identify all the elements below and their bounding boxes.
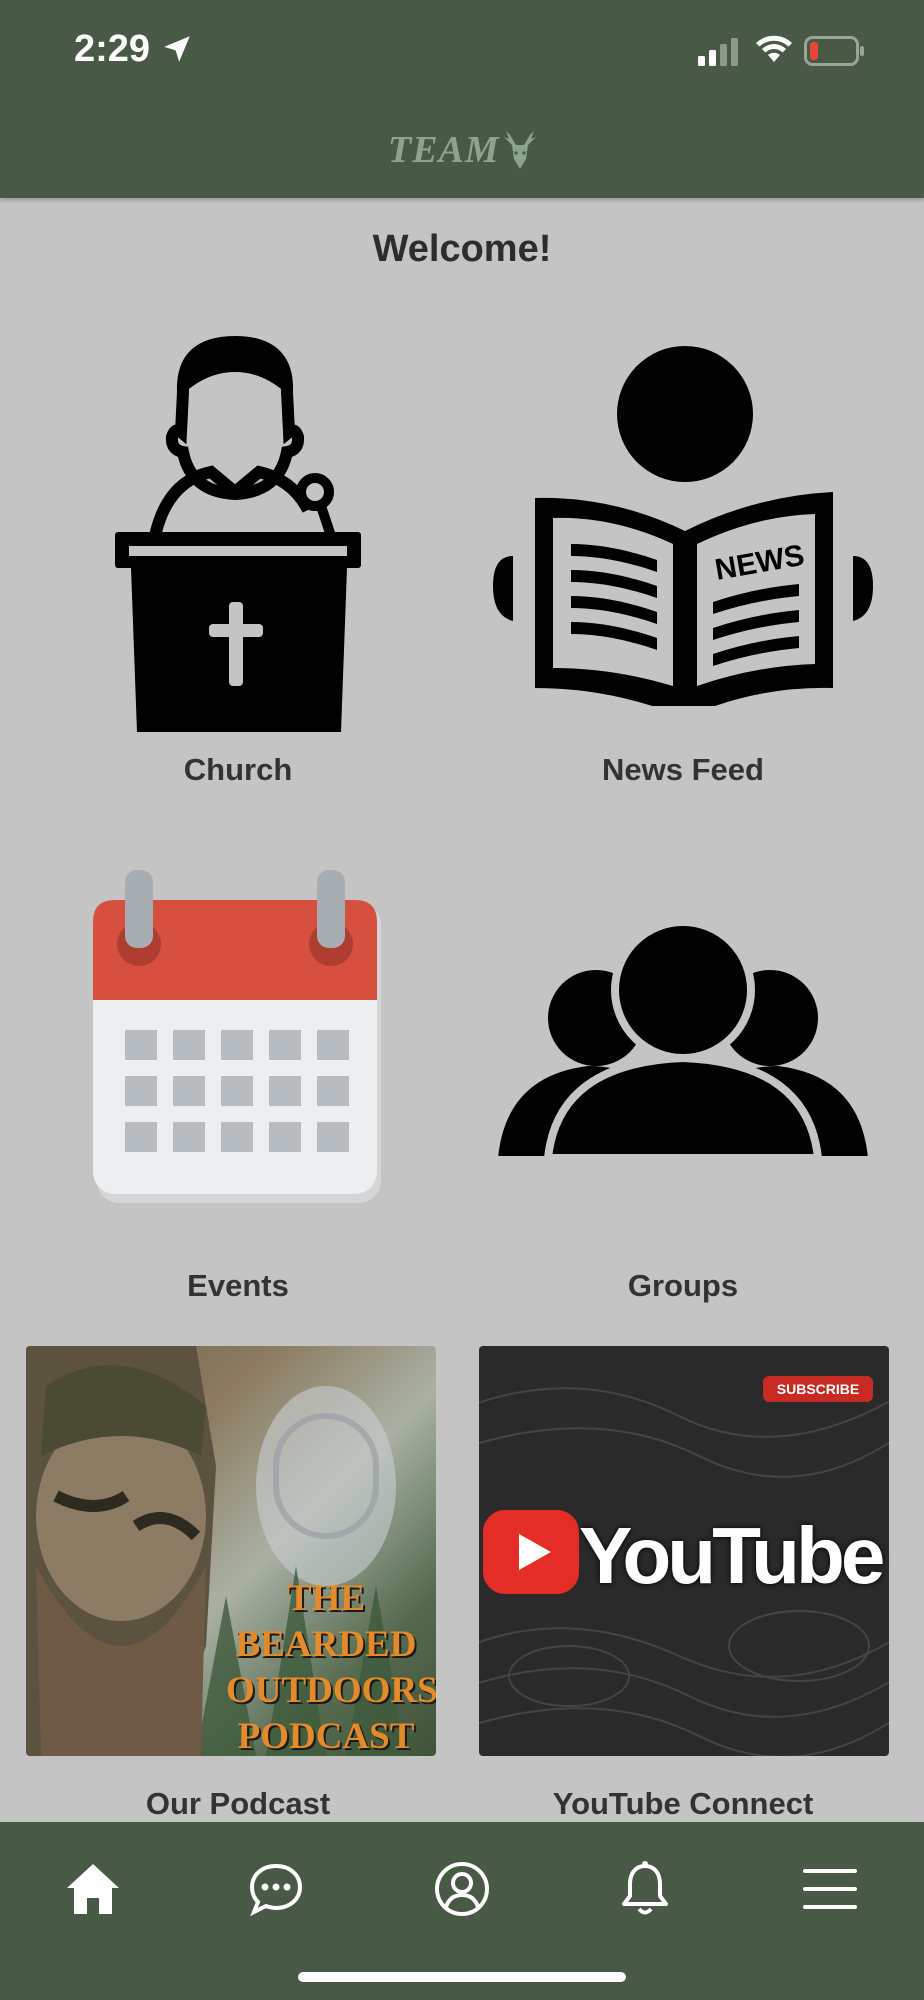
- profile-icon[interactable]: [417, 1844, 507, 1934]
- bell-icon[interactable]: [600, 1844, 690, 1934]
- groups-label: Groups: [627, 1268, 739, 1303]
- home-indicator[interactable]: [298, 1972, 626, 1982]
- youtube-play-icon: [483, 1510, 579, 1594]
- group-icon: [473, 918, 893, 1163]
- calendar-icon: [28, 870, 448, 1205]
- youtube-image[interactable]: SUBSCRIBE YouTube: [479, 1346, 889, 1756]
- news-feed-tile[interactable]: NEWS News Feed: [473, 320, 893, 800]
- menu-icon[interactable]: [785, 1844, 875, 1934]
- status-time: 2:29: [74, 28, 151, 70]
- home-icon[interactable]: [48, 1844, 138, 1934]
- deer-head-icon: [503, 131, 536, 169]
- church-tile[interactable]: Church: [28, 320, 448, 800]
- battery-low-icon: [804, 36, 864, 66]
- newspaper-icon: NEWS: [473, 346, 893, 706]
- team-logo[interactable]: TEAM: [388, 128, 540, 172]
- status-bar: 2:29: [0, 0, 924, 100]
- pulpit-icon: [28, 332, 448, 732]
- podcast-title: THE BEARDED OUTDOORS PODCAST: [226, 1578, 436, 1756]
- chat-icon[interactable]: [231, 1844, 321, 1934]
- youtube-wordmark: YouTube: [579, 1511, 885, 1600]
- cellular-signal-icon: [698, 38, 738, 66]
- events-label: Events: [187, 1268, 289, 1303]
- podcast-image[interactable]: THE BEARDED OUTDOORS PODCAST: [26, 1346, 436, 1756]
- youtube-label: YouTube Connect: [552, 1786, 814, 1821]
- welcome-heading: Welcome!: [372, 228, 552, 270]
- church-label: Church: [183, 752, 293, 787]
- news-feed-label: News Feed: [602, 752, 764, 787]
- groups-tile[interactable]: Groups: [473, 870, 893, 1310]
- location-arrow-icon: [164, 36, 190, 62]
- subscribe-badge: SUBSCRIBE: [763, 1376, 873, 1402]
- wifi-icon: [756, 35, 792, 62]
- events-tile[interactable]: Events: [28, 870, 448, 1310]
- podcast-label: Our Podcast: [145, 1786, 331, 1821]
